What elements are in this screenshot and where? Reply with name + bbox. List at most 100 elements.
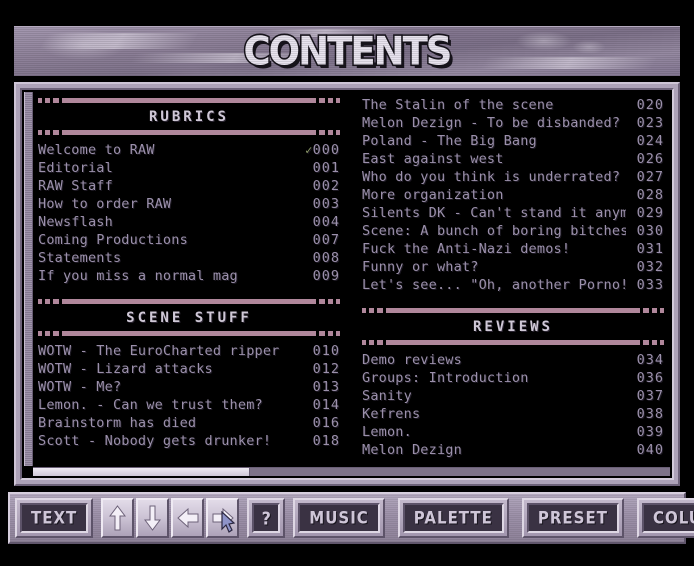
- contents-entry-title: Melon Dezign - To be disbanded?: [362, 115, 621, 131]
- contents-entry[interactable]: Statements 008: [38, 249, 340, 267]
- contents-entry-title: WOTW - Lizard attacks: [38, 361, 213, 377]
- contents-entry[interactable]: Lemon. 039: [362, 423, 664, 441]
- scroll-left-button[interactable]: [171, 498, 205, 538]
- contents-entry[interactable]: Newsflash 004: [38, 213, 340, 231]
- contents-entry[interactable]: The Stalin of the scene 020: [362, 96, 664, 114]
- contents-entry-title: More organization: [362, 187, 504, 203]
- contents-entry-number: 004: [312, 214, 340, 230]
- contents-entry-title: Sanity: [362, 388, 412, 404]
- contents-entry-title: If you miss a normal mag: [38, 268, 238, 284]
- contents-entry-number: 039: [636, 424, 664, 440]
- contents-entry-number: 007: [312, 232, 340, 248]
- contents-entry-title: Let's see... "Oh, another Porno!": [362, 277, 626, 293]
- contents-entry[interactable]: Funny or what? 032: [362, 258, 664, 276]
- contents-entry-number: 024: [636, 133, 664, 149]
- toolbar-group-navigation: [101, 498, 240, 538]
- text-button[interactable]: TEXT: [15, 498, 94, 538]
- music-button[interactable]: MUSIC: [293, 498, 385, 538]
- preset-button[interactable]: PRESET: [521, 498, 624, 538]
- toolbar-group-options: MUSIC PALETTE PRESET COLUMNS: [293, 498, 694, 538]
- contents-entry[interactable]: Groups: Introduction 036: [362, 369, 664, 387]
- contents-entry[interactable]: Kefrens 038: [362, 405, 664, 423]
- contents-entry[interactable]: Who do you think is underrated? 027: [362, 168, 664, 186]
- contents-entry-title: Fuck the Anti-Nazi demos!: [362, 241, 571, 257]
- contents-entry-title: RAW Staff: [38, 178, 113, 194]
- contents-entry-title: Scene: A bunch of boring bitches!: [362, 223, 626, 239]
- contents-entry[interactable]: More organization 028: [362, 186, 664, 204]
- contents-entry-title: Kefrens: [362, 406, 421, 422]
- contents-entry-title: Demo reviews: [362, 352, 462, 368]
- contents-entry[interactable]: Scene: A bunch of boring bitches! 030: [362, 222, 664, 240]
- arrow-right-icon: [211, 506, 235, 530]
- contents-entry-number: 013: [312, 379, 340, 395]
- contents-entry-number: 033: [636, 277, 664, 293]
- contents-entry[interactable]: Editorial 001: [38, 159, 340, 177]
- contents-entry[interactable]: WOTW - Lizard attacks 012: [38, 360, 340, 378]
- contents-entry-number: 003: [312, 196, 340, 212]
- horizontal-scrollbar-thumb[interactable]: [33, 468, 250, 476]
- contents-entry[interactable]: How to order RAW 003: [38, 195, 340, 213]
- contents-entry-number: 031: [636, 241, 664, 257]
- contents-entry-title: Funny or what?: [362, 259, 479, 275]
- help-button-label: ?: [261, 507, 271, 529]
- palette-button[interactable]: PALETTE: [397, 498, 509, 538]
- contents-entry[interactable]: Coming Productions 007: [38, 231, 340, 249]
- contents-entry[interactable]: WOTW - The EuroCharted ripper 010: [38, 342, 340, 360]
- toolbar: TEXT ? MUSIC PALETTE PRESET COL: [8, 492, 694, 544]
- contents-entry-title: East against west: [362, 151, 504, 167]
- contents-entry[interactable]: WOTW - Me? 013: [38, 378, 340, 396]
- section-rule: [362, 340, 664, 347]
- scroll-right-button[interactable]: [206, 498, 240, 538]
- contents-entry-number: 002: [312, 178, 340, 194]
- section-rule: [362, 308, 664, 315]
- contents-entry[interactable]: RAW Staff 002: [38, 177, 340, 195]
- contents-entry-number: 020: [636, 97, 664, 113]
- contents-entry[interactable]: Fuck the Anti-Nazi demos! 031: [362, 240, 664, 258]
- section-title-scene-stuff: SCENE STUFF: [126, 310, 252, 326]
- contents-entry[interactable]: East against west 026: [362, 150, 664, 168]
- contents-entry-number: 016: [312, 415, 340, 431]
- contents-entry[interactable]: Silents DK - Can't stand it anymore 029: [362, 204, 664, 222]
- contents-entry[interactable]: Brainstorm has died 016: [38, 414, 340, 432]
- arrow-down-icon: [144, 505, 162, 531]
- contents-entry[interactable]: Welcome to RAW ✓ 000: [38, 141, 340, 159]
- contents-entry-number: 032: [636, 259, 664, 275]
- contents-entry-title: The Stalin of the scene: [362, 97, 554, 113]
- contents-entry[interactable]: Melon Dezign - To be disbanded? 023: [362, 114, 664, 132]
- columns-button-face: COLUMNS: [641, 503, 694, 533]
- contents-entry[interactable]: If you miss a normal mag 009: [38, 267, 340, 285]
- contents-entry-number: 010: [312, 343, 340, 359]
- contents-entry[interactable]: Scott - Nobody gets drunker! 018: [38, 432, 340, 450]
- scroll-up-button[interactable]: [101, 498, 135, 538]
- help-button[interactable]: ?: [247, 498, 286, 538]
- contents-entry-title: How to order RAW: [38, 196, 172, 212]
- contents-entry[interactable]: Lemon. - Can we trust them? 014: [38, 396, 340, 414]
- arrow-up-icon: [109, 505, 127, 531]
- contents-entry-number: 040: [636, 442, 664, 458]
- contents-entry-number: 034: [636, 352, 664, 368]
- contents-entry-title: Coming Productions: [38, 232, 188, 248]
- vertical-scrollbar[interactable]: [24, 92, 33, 466]
- contents-entry-title: Who do you think is underrated?: [362, 169, 621, 185]
- scroll-down-button[interactable]: [136, 498, 170, 538]
- contents-entry[interactable]: Demo reviews 034: [362, 351, 664, 369]
- contents-entry[interactable]: Poland - The Big Bang 024: [362, 132, 664, 150]
- contents-entry-number: 008: [312, 250, 340, 266]
- section-title-reviews: REVIEWS: [472, 319, 553, 335]
- section-entries-scene-stuff: WOTW - The EuroCharted ripper 010 WOTW - L…: [38, 340, 340, 450]
- columns-button[interactable]: COLUMNS: [636, 498, 694, 538]
- section-entries-scene-stuff-continued: The Stalin of the scene 020 Melon Dezign -…: [362, 94, 664, 294]
- section-entries-reviews: Demo reviews 034 Groups: Introduction 036 Sa…: [362, 349, 664, 459]
- contents-column-right: The Stalin of the scene 020 Melon Dezign -…: [362, 94, 664, 464]
- contents-entry-number: 036: [636, 370, 664, 386]
- section-title-rubrics: RUBRICS: [148, 109, 229, 125]
- page-title: CONTENTS: [242, 27, 454, 76]
- horizontal-scrollbar[interactable]: [33, 467, 670, 476]
- contents-entry-title: WOTW - Me?: [38, 379, 122, 395]
- contents-entry[interactable]: Let's see... "Oh, another Porno!" 033: [362, 276, 664, 294]
- contents-entry[interactable]: Sanity 037: [362, 387, 664, 405]
- contents-entry-title: Brainstorm has died: [38, 415, 197, 431]
- contents-entry[interactable]: Melon Dezign 040: [362, 441, 664, 459]
- contents-entry-title: Editorial: [38, 160, 113, 176]
